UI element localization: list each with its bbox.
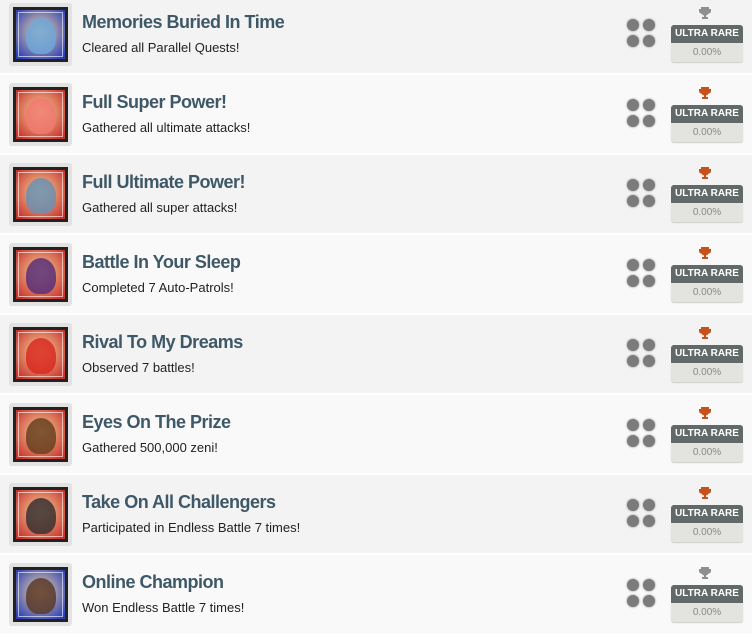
achievement-icon-frame [9, 323, 72, 386]
achievement-row[interactable]: Online Champion Won Endless Battle 7 tim… [0, 555, 752, 633]
achievement-description: Participated in Endless Battle 7 times! [82, 520, 301, 535]
achievement-icon-frame [9, 243, 72, 306]
grid-dots-icon[interactable] [627, 339, 657, 367]
achievement-row[interactable]: Full Ultimate Power! Gathered all super … [0, 155, 752, 233]
grid-dots-icon[interactable] [627, 259, 657, 287]
character-portrait-icon [13, 167, 68, 222]
trophy-icon [699, 487, 711, 499]
character-portrait-icon [13, 567, 68, 622]
achievement-row[interactable]: Take On All Challengers Participated in … [0, 475, 752, 553]
character-portrait-icon [13, 87, 68, 142]
character-portrait-icon [13, 407, 68, 462]
achievement-row[interactable]: Memories Buried In Time Cleared all Para… [0, 0, 752, 73]
grid-dots-icon[interactable] [627, 499, 657, 527]
rarity-badge: ULTRA RARE [671, 585, 743, 603]
grid-dots-icon[interactable] [627, 579, 657, 607]
achievement-description: Gathered 500,000 zeni! [82, 440, 218, 455]
achievement-description: Gathered all ultimate attacks! [82, 120, 251, 135]
achievement-description: Completed 7 Auto-Patrols! [82, 280, 234, 295]
achievement-title: Battle In Your Sleep [82, 252, 241, 272]
trophy-icon [699, 567, 711, 579]
achievement-icon-frame [9, 163, 72, 226]
rarity-badge: ULTRA RARE [671, 265, 743, 283]
unlock-percentage: 0.00% [671, 523, 743, 542]
kanji-emblem-icon [13, 327, 68, 382]
achievement-title: Memories Buried In Time [82, 12, 285, 32]
achievement-description: Cleared all Parallel Quests! [82, 40, 240, 55]
achievement-icon-frame [9, 3, 72, 66]
trophy-icon [699, 407, 711, 419]
achievement-title: Full Ultimate Power! [82, 172, 246, 192]
achievement-title: Take On All Challengers [82, 492, 276, 512]
unlock-percentage: 0.00% [671, 283, 743, 302]
achievement-row[interactable]: Full Super Power! Gathered all ultimate … [0, 75, 752, 153]
rarity-badge: ULTRA RARE [671, 105, 743, 123]
grid-dots-icon[interactable] [627, 19, 657, 47]
rarity-badge: ULTRA RARE [671, 425, 743, 443]
achievement-title: Rival To My Dreams [82, 332, 243, 352]
achievement-icon-frame [9, 483, 72, 546]
achievement-description: Observed 7 battles! [82, 360, 195, 375]
purple-orb-icon [13, 247, 68, 302]
achievement-title: Eyes On The Prize [82, 412, 231, 432]
rarity-badge: ULTRA RARE [671, 345, 743, 363]
achievement-description: Gathered all super attacks! [82, 200, 238, 215]
achievement-icon-frame [9, 403, 72, 466]
achievement-icon-frame [9, 563, 72, 626]
achievement-list: Memories Buried In Time Cleared all Para… [0, 0, 752, 635]
character-portrait-icon [13, 7, 68, 62]
achievement-title: Online Champion [82, 572, 224, 592]
rarity-badge: ULTRA RARE [671, 505, 743, 523]
unlock-percentage: 0.00% [671, 43, 743, 62]
trophy-icon [699, 327, 711, 339]
trophy-icon [699, 7, 711, 19]
grid-dots-icon[interactable] [627, 179, 657, 207]
unlock-percentage: 0.00% [671, 363, 743, 382]
achievement-description: Won Endless Battle 7 times! [82, 600, 245, 615]
achievement-row[interactable]: Rival To My Dreams Observed 7 battles! U… [0, 315, 752, 393]
achievement-row[interactable]: Battle In Your Sleep Completed 7 Auto-Pa… [0, 235, 752, 313]
trophy-icon [699, 87, 711, 99]
character-portrait-icon [13, 487, 68, 542]
unlock-percentage: 0.00% [671, 443, 743, 462]
grid-dots-icon[interactable] [627, 419, 657, 447]
rarity-badge: ULTRA RARE [671, 25, 743, 43]
rarity-badge: ULTRA RARE [671, 185, 743, 203]
trophy-icon [699, 167, 711, 179]
achievement-title: Full Super Power! [82, 92, 227, 112]
achievement-icon-frame [9, 83, 72, 146]
unlock-percentage: 0.00% [671, 203, 743, 222]
grid-dots-icon[interactable] [627, 99, 657, 127]
achievement-row[interactable]: Eyes On The Prize Gathered 500,000 zeni!… [0, 395, 752, 473]
unlock-percentage: 0.00% [671, 123, 743, 142]
unlock-percentage: 0.00% [671, 603, 743, 622]
trophy-icon [699, 247, 711, 259]
